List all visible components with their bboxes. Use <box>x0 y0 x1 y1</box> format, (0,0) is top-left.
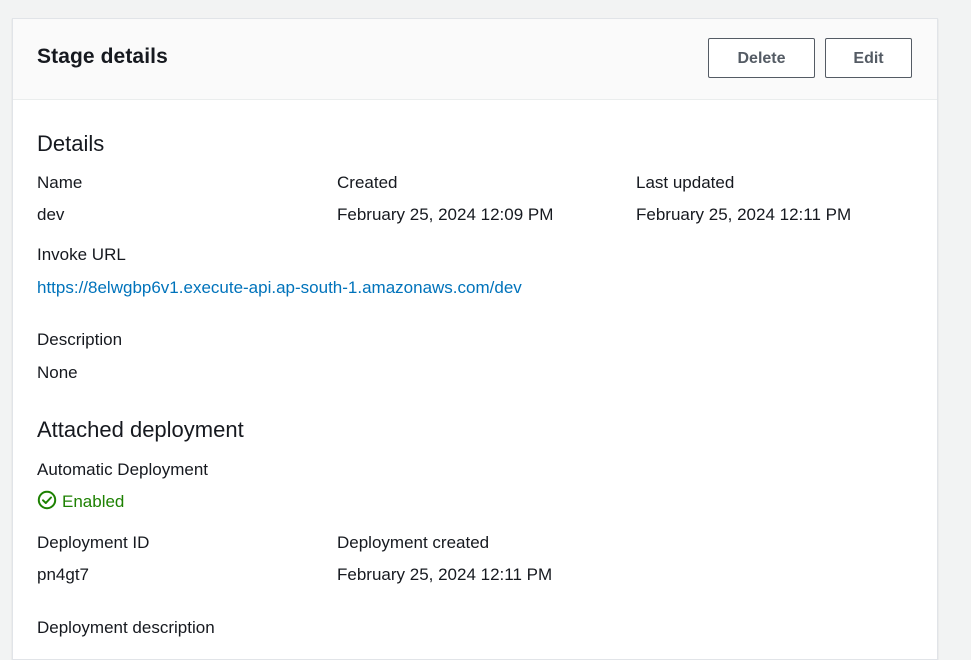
delete-button[interactable]: Delete <box>708 38 815 78</box>
name-label: Name <box>37 173 83 192</box>
stage-details-panel: Stage details Delete Edit Details Name d… <box>12 18 938 660</box>
check-circle-icon <box>37 490 62 515</box>
name-value: dev <box>37 205 65 224</box>
created-label: Created <box>337 173 398 192</box>
deployment-created-value: February 25, 2024 12:11 PM <box>337 565 553 584</box>
invoke-url-link[interactable]: https://8elwgbp6v1.execute-api.ap-south-… <box>37 278 522 298</box>
deployment-id-label: Deployment ID <box>37 533 150 552</box>
deployment-id-value: pn4gt7 <box>37 565 89 584</box>
automatic-deployment-status: Enabled <box>37 490 125 515</box>
panel-title: Stage details <box>37 45 168 68</box>
edit-button[interactable]: Edit <box>825 38 912 78</box>
details-section-title: Details <box>37 131 105 156</box>
description-value: None <box>37 363 78 382</box>
description-label: Description <box>37 330 123 349</box>
invoke-url-label: Invoke URL <box>37 245 126 264</box>
created-value: February 25, 2024 12:09 PM <box>337 205 554 224</box>
automatic-deployment-label: Automatic Deployment <box>37 460 209 479</box>
deployment-description-label: Deployment description <box>37 618 215 637</box>
last-updated-label: Last updated <box>636 173 735 192</box>
attached-deployment-title: Attached deployment <box>37 417 244 442</box>
panel-header: Stage details Delete Edit <box>13 19 937 100</box>
automatic-deployment-value: Enabled <box>62 492 125 511</box>
last-updated-value: February 25, 2024 12:11 PM <box>636 205 852 224</box>
deployment-created-label: Deployment created <box>337 533 490 552</box>
